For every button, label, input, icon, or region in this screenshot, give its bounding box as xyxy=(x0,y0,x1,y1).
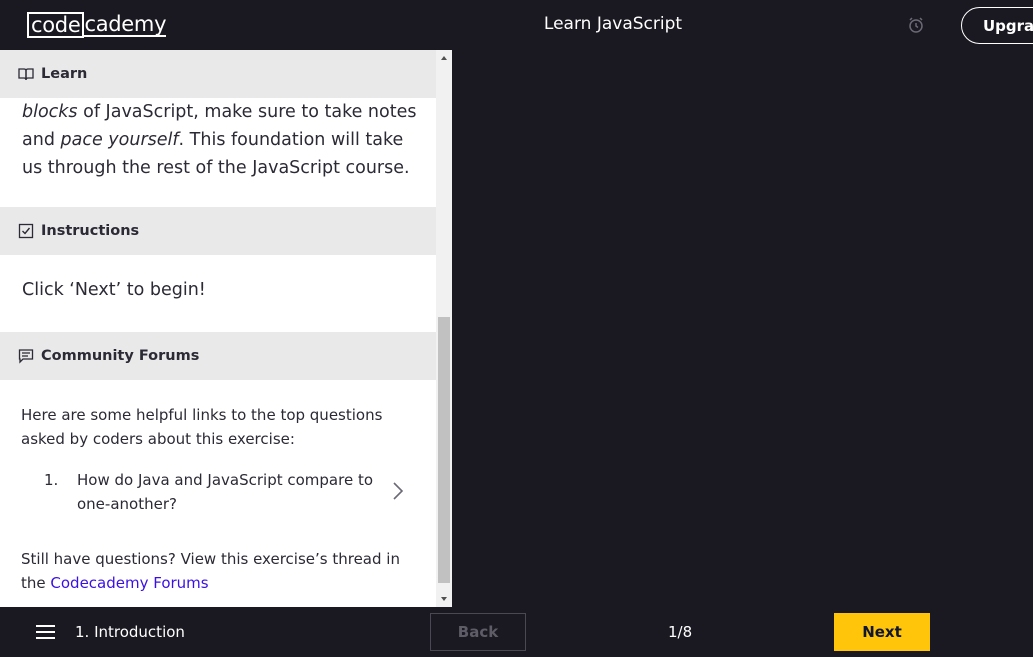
book-icon xyxy=(18,66,34,82)
learn-body-text: blocks of JavaScript, make sure to take … xyxy=(22,98,422,182)
scrollbar-thumb[interactable] xyxy=(438,317,450,583)
forums-outro-text: Still have questions? View this exercise… xyxy=(21,547,421,595)
instructions-heading: Instructions xyxy=(41,223,140,239)
learn-heading: Learn xyxy=(41,66,88,82)
checkbox-icon xyxy=(18,223,34,239)
back-button[interactable]: Back xyxy=(430,613,526,651)
bottom-bar: 1. Introduction Back 1/8 Next xyxy=(0,607,1033,657)
codecademy-forums-link[interactable]: Codecademy Forums xyxy=(50,574,208,592)
forums-heading: Community Forums xyxy=(41,348,200,364)
learn-section-header[interactable]: Learn xyxy=(0,50,436,98)
lesson-panel: Learn blocks of JavaScript, make sure to… xyxy=(0,50,452,607)
lesson-menu-label[interactable]: 1. Introduction xyxy=(75,623,185,641)
upgrade-button[interactable]: Upgrade xyxy=(961,7,1033,44)
forum-question-number: 1. xyxy=(44,471,59,489)
forum-question-item[interactable]: 1. How do Java and JavaScript compare to… xyxy=(44,467,414,519)
top-bar: codecademy Learn JavaScript Upgrade xyxy=(0,0,1033,50)
scroll-down-arrow-icon[interactable] xyxy=(436,590,452,607)
logo-rest-text: cademy xyxy=(84,12,167,37)
chevron-right-icon xyxy=(393,482,404,500)
forum-question-text: How do Java and JavaScript compare to on… xyxy=(77,471,374,513)
scroll-up-arrow-icon[interactable] xyxy=(436,50,452,67)
exercise-progress: 1/8 xyxy=(668,623,693,641)
logo-boxed-text: code xyxy=(27,12,85,38)
hamburger-icon[interactable] xyxy=(36,625,56,639)
next-button[interactable]: Next xyxy=(834,613,930,651)
learn-emphasis-blocks: blocks xyxy=(22,102,78,122)
codecademy-logo[interactable]: code cademy xyxy=(27,11,167,39)
alarm-clock-icon[interactable] xyxy=(907,16,925,34)
learn-emphasis-pace: pace yourself xyxy=(60,130,179,150)
forums-section-header[interactable]: Community Forums xyxy=(0,332,436,380)
panel-scrollbar[interactable] xyxy=(436,50,452,607)
instructions-section-header[interactable]: Instructions xyxy=(0,207,436,255)
instructions-text: Click ‘Next’ to begin! xyxy=(22,280,206,300)
chat-icon xyxy=(18,348,34,364)
forums-intro-text: Here are some helpful links to the top q… xyxy=(21,406,383,448)
